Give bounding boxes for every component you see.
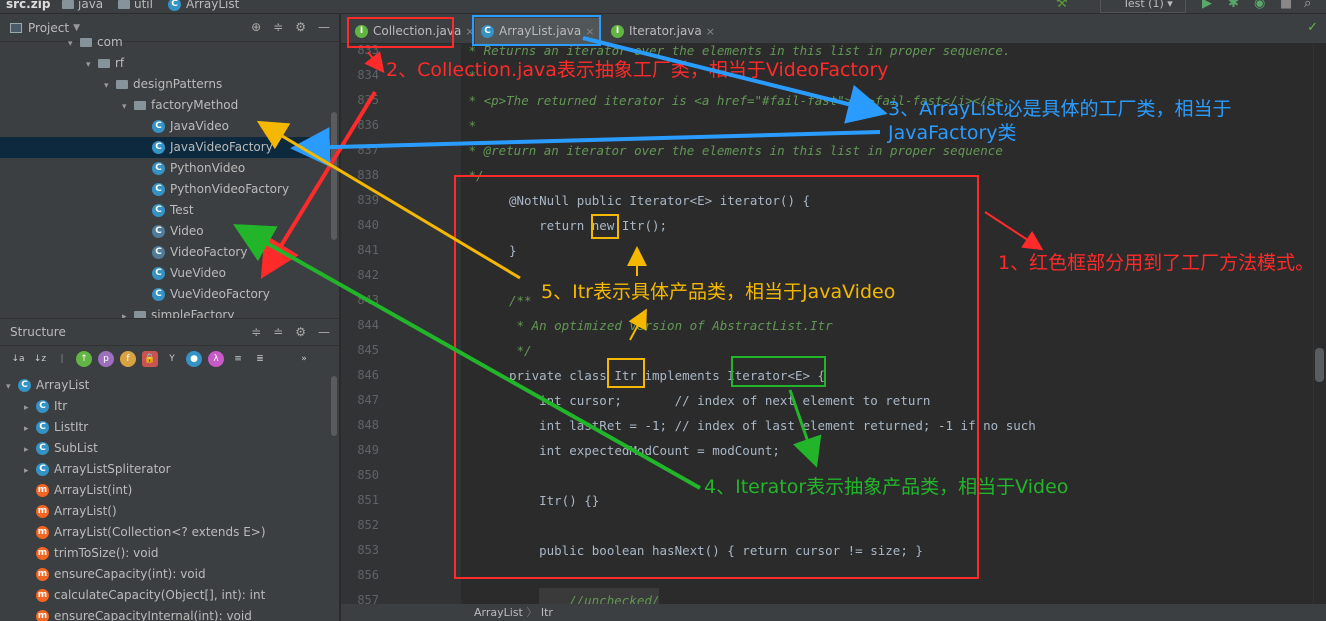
arrow-to-javavideofactory — [290, 127, 881, 168]
arrow-to-video — [233, 224, 701, 490]
annotation-arrows — [233, 36, 1044, 490]
arrow-factory-method — [984, 211, 1044, 251]
arrow-from-itr — [628, 308, 647, 341]
arrow-from-iterator — [788, 389, 822, 468]
arrow-from-collection — [364, 51, 385, 74]
arrow-from-arraylist — [582, 36, 888, 124]
